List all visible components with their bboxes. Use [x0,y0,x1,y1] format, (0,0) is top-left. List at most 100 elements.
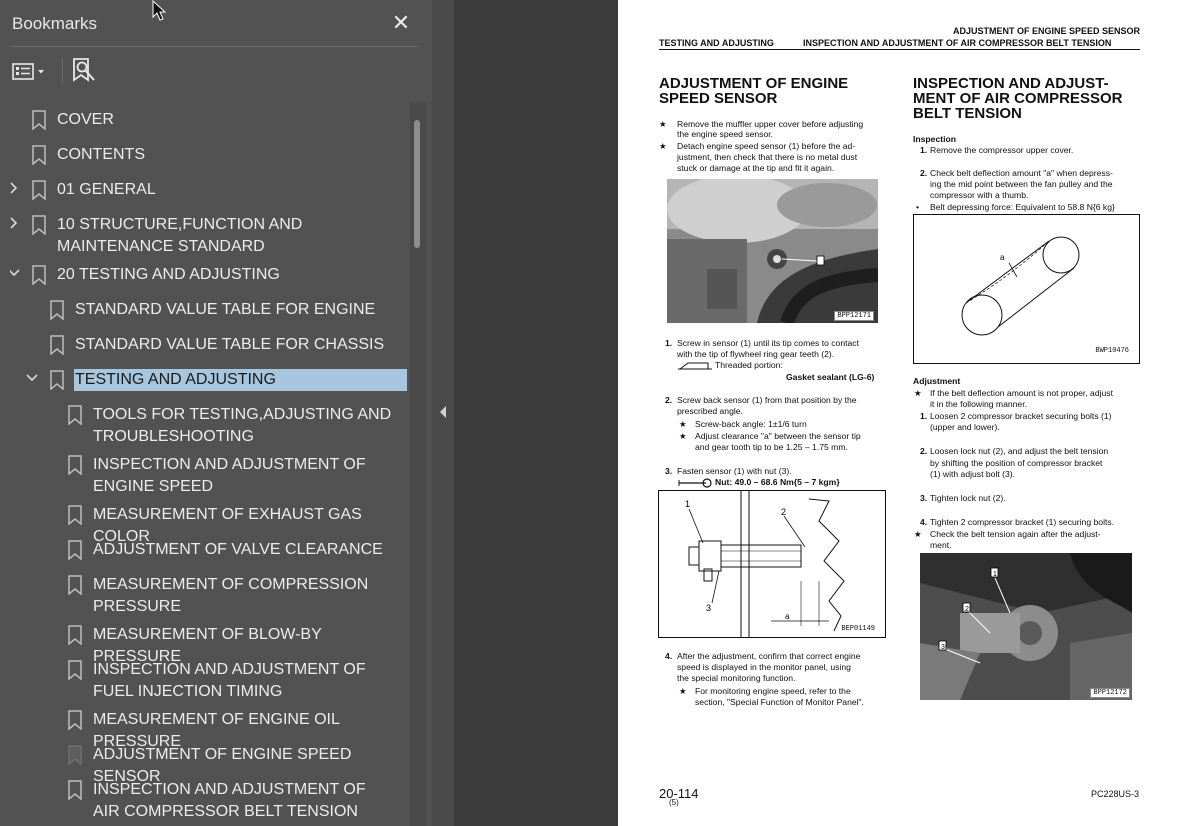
text-line: Screw-back angle: 1±1/6 turn [695,419,807,429]
step-number: 1. [920,145,928,155]
belt-diagram: a BWP10476 [913,214,1140,364]
engine-sensor-photo: BPP12171 [667,179,878,323]
bookmark-item-fuel-injection[interactable]: INSPECTION AND ADJUSTMENT OF FUEL INJECT… [10,654,410,704]
chevron-down-icon[interactable] [26,372,38,384]
photo-code: BPP12172 [1090,688,1130,698]
step-number: 3. [665,466,673,476]
text-line: compressor with a thumb. [930,190,1029,200]
bookmark-label: 20 TESTING AND ADJUSTING [57,266,280,283]
svg-text:1: 1 [685,499,690,509]
bookmark-item-valve-clearance[interactable]: ADJUSTMENT OF VALVE CLEARANCE [10,534,410,562]
text-line: For monitoring engine speed, refer to th… [695,686,851,696]
text-line: Screw back sensor (1) from that position… [677,395,857,405]
chevron-right-icon[interactable] [10,217,20,229]
text-line: Check belt deflection amount "a" when de… [930,168,1113,178]
list-options-icon[interactable] [12,58,52,84]
svg-text:a: a [1000,253,1005,262]
bookmark-icon [50,335,64,355]
bookmark-item-std-engine[interactable]: STANDARD VALUE TABLE FOR ENGINE [10,294,410,322]
bookmark-item-general[interactable]: 01 GENERAL [10,174,410,202]
diagram-code: BEP01149 [841,625,875,633]
text-line: (upper and lower). [930,422,1000,432]
bookmark-item-cover[interactable]: COVER [10,104,410,132]
bookmark-label: STANDARD VALUE TABLE FOR CHASSIS [75,336,385,353]
bookmark-item-std-chassis[interactable]: STANDARD VALUE TABLE FOR CHASSIS [10,329,410,357]
step-number: 4. [665,651,673,661]
text-line: After the adjustment, confirm that corre… [677,651,861,661]
text-line: Belt depressing force: Equivalent to 58.… [930,202,1115,212]
star-icon: ★ [679,419,687,429]
left-title-line1: ADJUSTMENT OF ENGINE [659,75,849,92]
bookmark-icon [68,780,82,800]
text-line: Threaded portion: [715,360,783,370]
text-line: Remove the muffler upper cover before ad… [677,119,864,129]
bookmark-item-compression[interactable]: MEASUREMENT OF COMPRESSION PRESSURE [10,569,410,619]
text-line: speed is displayed in the monitor panel,… [677,662,851,672]
text-line: the special monitoring function. [677,673,796,683]
bookmark-label: TESTING AND ADJUSTING [74,369,407,391]
text-line: Screw in sensor (1) until its tip comes … [677,338,859,348]
text-line: justment, then check that there is no me… [677,152,858,162]
bookmark-icon [68,710,82,730]
bookmark-item-tools[interactable]: TOOLS FOR TESTING,ADJUSTING AND TROUBLES… [10,399,410,449]
bookmark-icon [32,265,46,285]
bookmark-item-exhaust-gas[interactable]: MEASUREMENT OF EXHAUST GAS COLOR [10,499,410,545]
bookmark-label: CONTENTS [57,146,145,163]
bookmark-item-engine-speed[interactable]: INSPECTION AND ADJUSTMENT OF ENGINE SPEE… [10,449,410,499]
bookmark-icon [68,540,82,560]
right-title-line2: MENT OF AIR COMPRESSOR [913,90,1123,107]
bookmark-label: COVER [57,111,114,128]
page-header-title: ADJUSTMENT OF ENGINE SPEED SENSOR [952,26,1140,36]
bookmark-item-oil-pressure[interactable]: MEASUREMENT OF ENGINE OIL PRESSURE [10,704,410,750]
bookmark-item-blow-by[interactable]: MEASUREMENT OF BLOW-BY PRESSURE [10,619,410,665]
step-number: 2. [920,168,928,178]
collapse-panel-icon[interactable] [439,406,447,418]
mouse-cursor-icon [152,0,167,21]
text-line: Adjust clearance "a" between the sensor … [695,431,861,441]
find-bookmark-icon[interactable] [70,56,98,84]
text-line: with the tip of flywheel ring gear teeth… [677,349,835,359]
inspection-heading: Inspection [913,134,956,144]
step-number: 1. [665,338,673,348]
text-line: Tighten lock nut (2). [930,493,1006,503]
bookmarks-scrollbar[interactable] [410,102,426,826]
bookmark-item-testing-adjusting-selected[interactable]: TESTING AND ADJUSTING [10,364,410,394]
svg-text:2: 2 [781,507,786,517]
text-line: If the belt deflection amount is not pro… [930,388,1113,398]
close-icon[interactable]: ✕ [388,10,414,36]
text-line: stuck or damage at the tip and fit it ag… [677,163,835,173]
bookmark-icon [50,370,64,390]
chevron-down-icon[interactable] [10,267,20,279]
left-title-line2: SPEED SENSOR [659,90,778,107]
bookmark-label: MEASUREMENT OF COMPRESSION PRESSURE [93,576,369,615]
bookmarks-panel: Bookmarks ✕ COVER CONTENTS 01 GENERAL 10… [0,0,432,826]
text-line: Detach engine speed sensor (1) before th… [677,141,856,151]
bookmark-icon [32,145,46,165]
bookmarks-title: Bookmarks [12,14,98,33]
text-line: and gear tooth tip to be 1.25 – 1.75 mm. [695,442,848,452]
bookmark-item-speed-sensor[interactable]: ADJUSTMENT OF ENGINE SPEED SENSOR [10,739,410,785]
panel-splitter[interactable] [432,0,454,826]
bookmark-item-contents[interactable]: CONTENTS [10,139,410,167]
bullet-icon: • [916,202,920,212]
document-page: ADJUSTMENT OF ENGINE SPEED SENSOR TESTIN… [618,0,1200,826]
text-line: section, "Special Function of Monitor Pa… [695,697,864,707]
right-title-line1: INSPECTION AND ADJUST- [913,75,1109,92]
step-number: 2. [665,395,673,405]
star-icon: ★ [659,141,667,151]
svg-text:3: 3 [941,644,945,651]
bookmark-item-testing-section[interactable]: 20 TESTING AND ADJUSTING [10,259,410,287]
scrollbar-thumb[interactable] [414,120,420,248]
bookmark-item-belt-tension[interactable]: INSPECTION AND ADJUSTMENT OF AIR COMPRES… [10,774,410,824]
model-number: PC228US-3 [1090,789,1139,799]
star-icon: ★ [659,119,667,129]
bookmark-item-structure[interactable]: 10 STRUCTURE,FUNCTION AND MAINTENANCE ST… [10,209,410,259]
right-title-line3: BELT TENSION [913,105,1022,122]
bookmark-icon [68,575,82,595]
bookmark-icon [32,110,46,130]
bookmark-icon [68,625,82,645]
bookmark-label: TOOLS FOR TESTING,ADJUSTING AND TROUBLES… [93,406,392,445]
text-line: it in the following manner. [930,399,1027,409]
chevron-right-icon[interactable] [10,182,20,194]
bookmark-icon [32,215,46,235]
